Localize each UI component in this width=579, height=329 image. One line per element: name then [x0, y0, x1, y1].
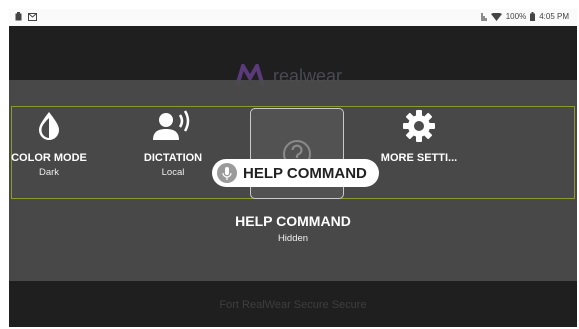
microphone-icon	[217, 163, 237, 183]
more-settings-tile[interactable]: MORE SETTI...	[365, 108, 473, 164]
battery-percent: 100%	[505, 12, 527, 21]
speaking-user-icon	[153, 110, 190, 140]
color-mode-tile[interactable]: COLOR MODE Dark	[9, 108, 103, 178]
color-mode-label: COLOR MODE	[11, 152, 87, 164]
footer-text: Fort RealWear Secure Secure	[219, 299, 367, 311]
settings-overlay: COLOR MODE Dark DICTATION Local MORE SET…	[9, 80, 577, 281]
voice-command-text: HELP COMMAND	[243, 164, 367, 182]
clock: 4:05 PM	[539, 12, 569, 21]
selected-item-value: Hidden	[277, 233, 309, 244]
gear-icon	[403, 110, 435, 142]
dictation-value: Local	[161, 167, 185, 178]
mail-icon	[28, 12, 37, 21]
dictation-label: DICTATION	[143, 152, 203, 164]
color-mode-value: Dark	[38, 167, 60, 178]
status-bar: 100% 4:05 PM	[9, 9, 577, 26]
contrast-icon	[39, 112, 59, 140]
dictation-tile[interactable]: DICTATION Local	[119, 108, 227, 178]
battery-icon	[530, 12, 536, 21]
device-screen: 100% 4:05 PM realwear Fort RealWear Secu…	[9, 9, 577, 327]
more-settings-label: MORE SETTI...	[380, 152, 458, 164]
selected-item-title: HELP COMMAND	[235, 213, 351, 229]
signal-icon	[481, 12, 487, 21]
battery-icon	[15, 12, 22, 21]
wifi-icon	[490, 12, 502, 21]
voice-command-pill[interactable]: HELP COMMAND	[212, 159, 379, 187]
